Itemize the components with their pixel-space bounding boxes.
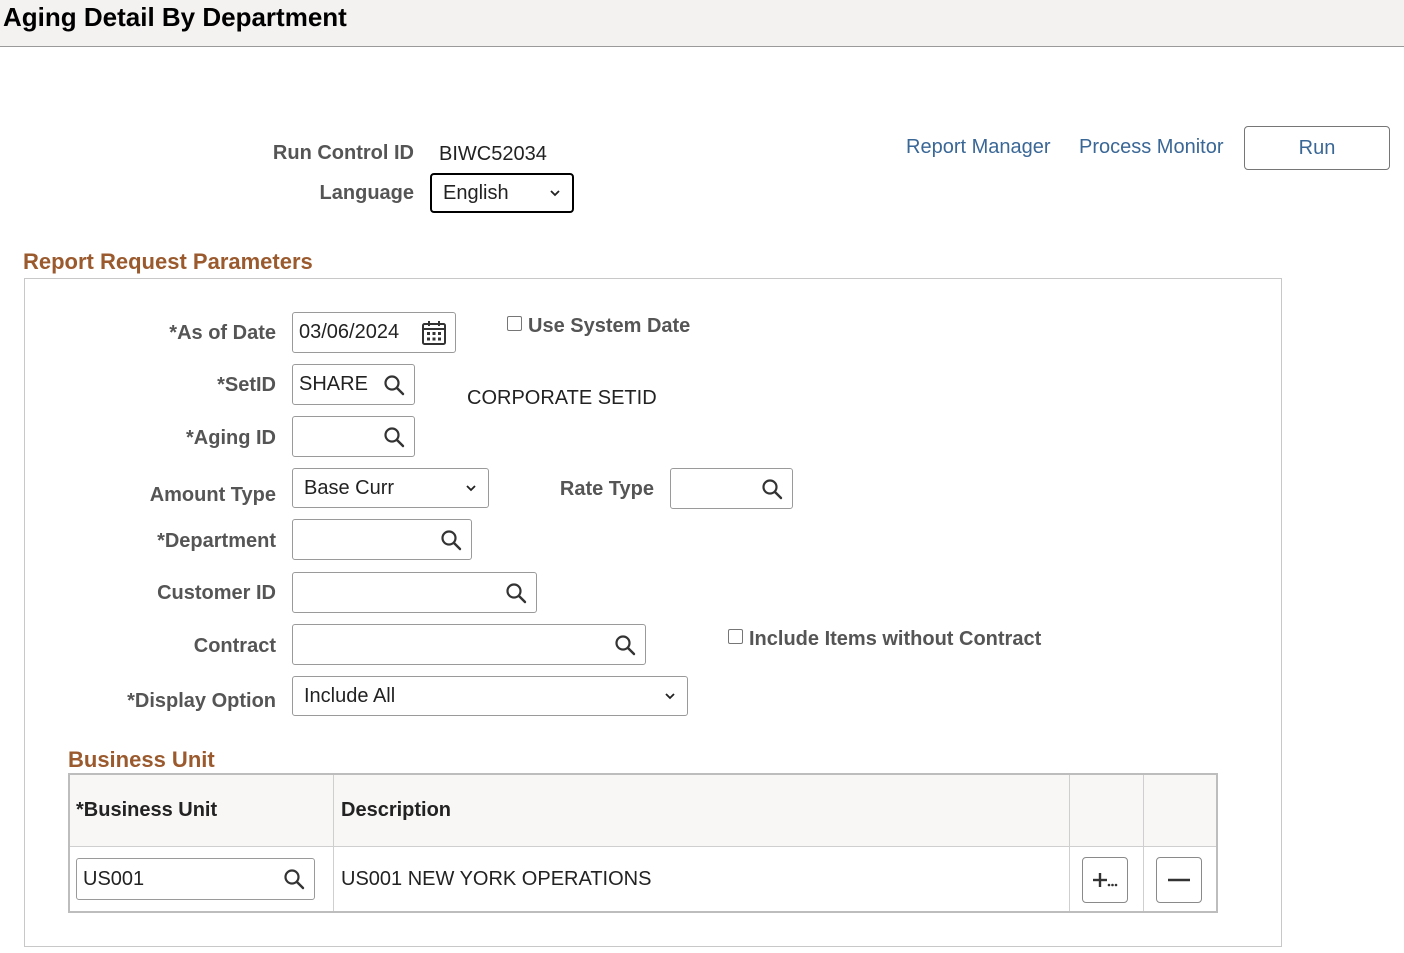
department-label: *Department [157, 530, 276, 552]
display-option-select[interactable]: Include All [292, 676, 688, 716]
column-header-business-unit: *Business Unit [76, 799, 218, 821]
amount-type-value: Base Curr [304, 476, 395, 499]
customer-id-label: Customer ID [157, 582, 276, 604]
chevron-down-icon [466, 485, 476, 492]
language-select-value: English [443, 181, 509, 204]
setid-value: SHARE [299, 373, 368, 395]
display-option-value: Include All [304, 684, 396, 707]
process-monitor-link[interactable]: Process Monitor [1079, 136, 1224, 159]
column-divider [1069, 775, 1070, 911]
amount-type-label: Amount Type [149, 484, 276, 506]
display-option-label: *Display Option [127, 690, 276, 712]
add-row-icon [1093, 873, 1118, 887]
language-label: Language [319, 182, 414, 204]
search-icon[interactable] [440, 529, 462, 551]
department-input[interactable] [292, 519, 472, 560]
business-unit-input[interactable]: US001 [76, 858, 315, 900]
amount-type-select[interactable]: Base Curr [292, 468, 489, 508]
as-of-date-input[interactable]: 03/06/2024 [292, 312, 456, 353]
column-divider [1143, 775, 1144, 911]
report-manager-link[interactable]: Report Manager [906, 136, 1051, 159]
search-icon[interactable] [283, 868, 305, 890]
search-icon[interactable] [383, 426, 405, 448]
business-unit-heading: Business Unit [68, 747, 215, 772]
search-icon[interactable] [614, 634, 636, 656]
business-unit-description: US001 NEW YORK OPERATIONS [341, 868, 652, 890]
run-button[interactable]: Run [1244, 126, 1390, 170]
contract-label: Contract [193, 635, 276, 657]
delete-row-button[interactable] [1156, 857, 1202, 903]
contract-input[interactable] [292, 624, 646, 665]
as-of-date-value: 03/06/2024 [299, 321, 400, 343]
page-title: Aging Detail By Department [3, 2, 347, 32]
search-icon[interactable] [761, 478, 783, 500]
aging-id-label: *Aging ID [186, 427, 276, 449]
rate-type-input[interactable] [670, 468, 793, 509]
business-unit-grid: *Business Unit Description US001 US001 N… [68, 773, 1218, 913]
search-icon[interactable] [505, 582, 527, 604]
aging-id-input[interactable] [292, 416, 415, 457]
report-request-parameters-heading: Report Request Parameters [23, 249, 313, 274]
as-of-date-label: *As of Date [169, 322, 276, 344]
setid-label: *SetID [217, 374, 276, 396]
setid-description: CORPORATE SETID [467, 387, 657, 409]
grid-header-row [70, 775, 1216, 847]
setid-input[interactable]: SHARE [292, 364, 415, 405]
rate-type-label: Rate Type [559, 478, 654, 500]
column-divider [333, 775, 334, 911]
language-select[interactable]: English [430, 173, 574, 213]
use-system-date-checkbox[interactable] [507, 316, 522, 331]
customer-id-input[interactable] [292, 572, 537, 613]
include-items-without-contract-label: Include Items without Contract [749, 628, 1042, 650]
column-header-description: Description [341, 799, 452, 821]
business-unit-value: US001 [83, 867, 145, 890]
use-system-date-label: Use System Date [528, 315, 691, 337]
chevron-down-icon [550, 190, 560, 197]
add-row-button[interactable] [1082, 857, 1128, 903]
calendar-icon[interactable] [421, 320, 447, 346]
page-header-bar: Aging Detail By Department [0, 0, 1404, 47]
minus-icon [1168, 878, 1190, 882]
include-items-without-contract-checkbox[interactable] [728, 629, 743, 644]
chevron-down-icon [665, 693, 675, 700]
run-control-id-value: BIWC52034 [439, 143, 547, 165]
search-icon[interactable] [383, 374, 405, 396]
run-control-id-label: Run Control ID [272, 142, 414, 164]
